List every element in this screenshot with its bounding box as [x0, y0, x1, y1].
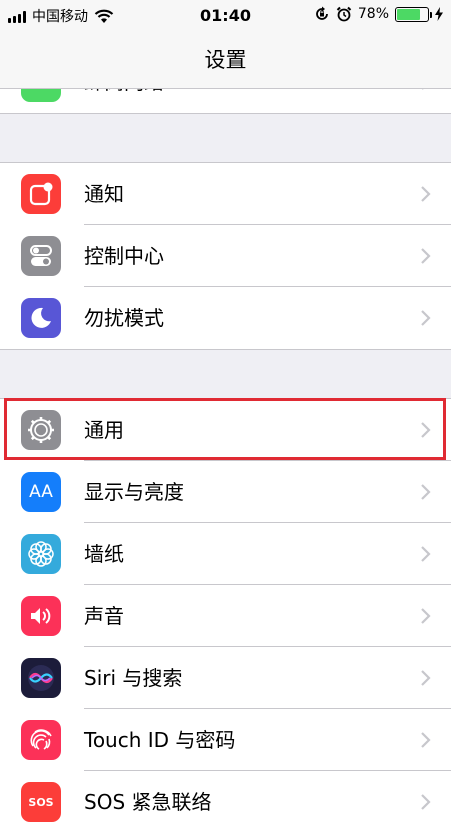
navigation-bar: 设置 [0, 32, 451, 88]
display-brightness-icon: AA [21, 472, 61, 512]
moon-icon [21, 298, 61, 338]
settings-row-label: Siri 与搜索 [84, 666, 183, 690]
settings-row-display-brightness[interactable]: AA 显示与亮度 [0, 461, 451, 523]
settings-row-label: 声音 [84, 604, 124, 628]
chevron-right-icon [422, 89, 424, 90]
chevron-right-icon [421, 186, 431, 202]
control-center-icon [21, 236, 61, 276]
chevron-right-icon [421, 794, 431, 810]
settings-row-touch-id-passcode[interactable]: Touch ID 与密码 [0, 709, 451, 771]
battery-icon [395, 6, 432, 22]
settings-row-wallpaper[interactable]: 墙纸 [0, 523, 451, 585]
chevron-right-icon [421, 484, 431, 500]
settings-row-label: SOS 紧急联络 [84, 790, 212, 814]
group-divider [0, 349, 451, 350]
alarm-icon [336, 6, 352, 22]
sos-icon: SOS [21, 782, 61, 822]
chevron-right-icon [421, 422, 431, 438]
settings-group-network: 蜂窝网络 [0, 89, 451, 113]
chevron-right-icon [421, 248, 431, 264]
fingerprint-icon [21, 720, 61, 760]
settings-row-general[interactable]: 通用 [0, 399, 451, 461]
settings-row-sounds[interactable]: 声音 [0, 585, 451, 647]
settings-row-label: 通知 [84, 182, 124, 206]
status-bar: 中国移动 01:40 78% [0, 0, 451, 32]
settings-row-cellular[interactable]: 蜂窝网络 [0, 89, 451, 113]
settings-row-control-center[interactable]: 控制中心 [0, 225, 451, 287]
notifications-icon [21, 174, 61, 214]
cellular-icon [21, 89, 61, 102]
chevron-right-icon [421, 670, 431, 686]
rotation-lock-icon [316, 6, 328, 20]
chevron-right-icon [421, 310, 431, 326]
settings-row-label: 勿扰模式 [84, 306, 164, 330]
status-right: 78% [314, 6, 443, 22]
chevron-right-icon [421, 546, 431, 562]
page-title: 设置 [204, 48, 247, 72]
settings-row-notifications[interactable]: 通知 [0, 163, 451, 225]
sos-icon-text: SOS [28, 795, 54, 809]
settings-row-do-not-disturb[interactable]: 勿扰模式 [0, 287, 451, 349]
settings-row-label: 蜂窝网络 [84, 89, 164, 113]
charging-bolt-icon [435, 7, 443, 21]
settings-row-siri-search[interactable]: Siri 与搜索 [0, 647, 451, 709]
settings-row-label: 通用 [84, 418, 124, 442]
display-icon-text: AA [29, 482, 53, 502]
wallpaper-flower-icon [21, 534, 61, 574]
siri-icon [21, 658, 61, 698]
settings-group-notifications: 通知 控制中心 勿扰模式 [0, 163, 451, 349]
battery-level [397, 8, 420, 20]
gear-icon [21, 410, 61, 450]
speaker-icon [21, 596, 61, 636]
settings-group-general: 通用 AA 显示与亮度 墙纸 声音 Siri 与搜索 Touch ID 与密码 … [0, 399, 451, 833]
group-divider [0, 113, 451, 114]
settings-row-emergency-sos[interactable]: SOS SOS 紧急联络 [0, 771, 451, 833]
chevron-right-icon [421, 608, 431, 624]
chevron-right-icon [421, 732, 431, 748]
settings-row-label: 控制中心 [84, 244, 164, 268]
settings-row-label: 显示与亮度 [84, 480, 184, 504]
battery-percent: 78% [357, 6, 389, 22]
settings-row-label: Touch ID 与密码 [84, 728, 236, 752]
settings-row-label: 墙纸 [84, 542, 124, 566]
